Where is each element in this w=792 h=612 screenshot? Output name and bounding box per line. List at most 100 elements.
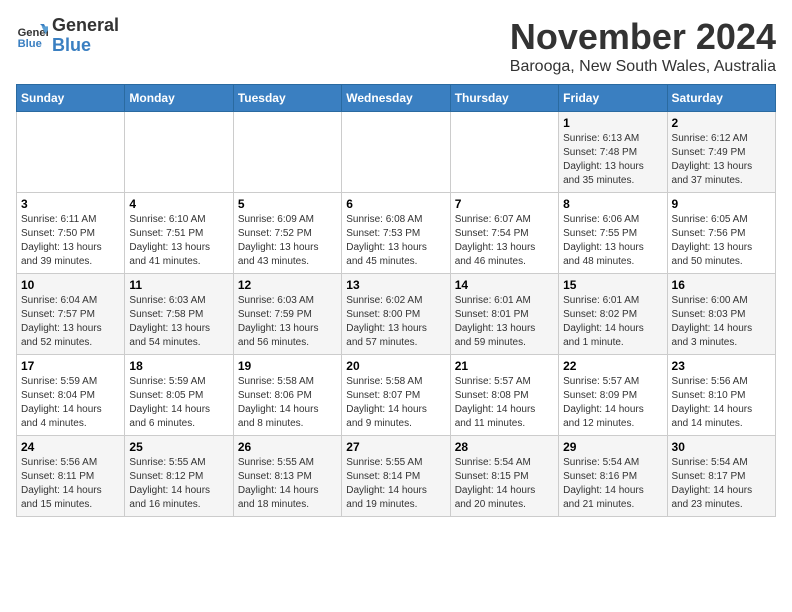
day-info: Sunrise: 5:55 AM Sunset: 8:14 PM Dayligh… <box>346 456 445 512</box>
day-info: Sunrise: 5:57 AM Sunset: 8:09 PM Dayligh… <box>563 375 662 431</box>
day-info: Sunrise: 5:57 AM Sunset: 8:08 PM Dayligh… <box>455 375 554 431</box>
month-title: November 2024 <box>510 16 776 58</box>
calendar-cell: 15Sunrise: 6:01 AM Sunset: 8:02 PM Dayli… <box>559 274 667 355</box>
day-number: 29 <box>563 440 662 454</box>
day-number: 4 <box>129 197 228 211</box>
day-number: 2 <box>672 116 771 130</box>
calendar-cell: 5Sunrise: 6:09 AM Sunset: 7:52 PM Daylig… <box>233 193 341 274</box>
header-cell-thursday: Thursday <box>450 85 558 112</box>
header-cell-monday: Monday <box>125 85 233 112</box>
day-info: Sunrise: 5:58 AM Sunset: 8:07 PM Dayligh… <box>346 375 445 431</box>
day-info: Sunrise: 6:13 AM Sunset: 7:48 PM Dayligh… <box>563 132 662 188</box>
calendar-cell: 14Sunrise: 6:01 AM Sunset: 8:01 PM Dayli… <box>450 274 558 355</box>
header: General Blue General Blue November 2024 … <box>16 16 776 76</box>
calendar-cell: 23 Sunrise: 5:56 AM Sunset: 8:10 PM Dayli… <box>667 355 775 436</box>
day-number: 16 <box>672 278 771 292</box>
day-info: Sunrise: 5:54 AM Sunset: 8:15 PM Dayligh… <box>455 456 554 512</box>
day-number: 20 <box>346 359 445 373</box>
day-number: 9 <box>672 197 771 211</box>
calendar-cell <box>450 112 558 193</box>
header-cell-sunday: Sunday <box>17 85 125 112</box>
logo-line1: General <box>52 16 119 36</box>
calendar-cell: 18 Sunrise: 5:59 AM Sunset: 8:05 PM Dayli… <box>125 355 233 436</box>
day-number: 22 <box>563 359 662 373</box>
header-cell-wednesday: Wednesday <box>342 85 450 112</box>
day-number: 3 <box>21 197 120 211</box>
day-info: Sunrise: 5:56 AM Sunset: 8:10 PM Dayligh… <box>672 375 771 431</box>
calendar-cell: 17Sunrise: 5:59 AM Sunset: 8:04 PM Dayli… <box>17 355 125 436</box>
calendar-cell: 24Sunrise: 5:56 AM Sunset: 8:11 PM Dayli… <box>17 436 125 517</box>
day-number: 24 <box>21 440 120 454</box>
calendar-cell <box>125 112 233 193</box>
header-cell-tuesday: Tuesday <box>233 85 341 112</box>
header-row: SundayMondayTuesdayWednesdayThursdayFrid… <box>17 85 776 112</box>
day-info: Sunrise: 6:12 AM Sunset: 7:49 PM Dayligh… <box>672 132 771 188</box>
calendar-cell: 29Sunrise: 5:54 AM Sunset: 8:16 PM Dayli… <box>559 436 667 517</box>
day-info: Sunrise: 5:55 AM Sunset: 8:12 PM Dayligh… <box>129 456 228 512</box>
calendar-cell: 11Sunrise: 6:03 AM Sunset: 7:58 PM Dayli… <box>125 274 233 355</box>
day-number: 28 <box>455 440 554 454</box>
day-info: Sunrise: 5:54 AM Sunset: 8:17 PM Dayligh… <box>672 456 771 512</box>
calendar-cell: 30Sunrise: 5:54 AM Sunset: 8:17 PM Dayli… <box>667 436 775 517</box>
day-info: Sunrise: 6:10 AM Sunset: 7:51 PM Dayligh… <box>129 213 228 269</box>
calendar-cell: 21 Sunrise: 5:57 AM Sunset: 8:08 PM Dayli… <box>450 355 558 436</box>
week-row-5: 24Sunrise: 5:56 AM Sunset: 8:11 PM Dayli… <box>17 436 776 517</box>
calendar-cell: 19 Sunrise: 5:58 AM Sunset: 8:06 PM Dayli… <box>233 355 341 436</box>
week-row-2: 3Sunrise: 6:11 AM Sunset: 7:50 PM Daylig… <box>17 193 776 274</box>
svg-text:Blue: Blue <box>18 38 42 50</box>
day-number: 25 <box>129 440 228 454</box>
day-number: 6 <box>346 197 445 211</box>
day-number: 11 <box>129 278 228 292</box>
day-number: 12 <box>238 278 337 292</box>
week-row-1: 1 Sunrise: 6:13 AM Sunset: 7:48 PM Daylig… <box>17 112 776 193</box>
day-info: Sunrise: 6:06 AM Sunset: 7:55 PM Dayligh… <box>563 213 662 269</box>
calendar-cell: 28 Sunrise: 5:54 AM Sunset: 8:15 PM Dayli… <box>450 436 558 517</box>
day-number: 19 <box>238 359 337 373</box>
calendar-cell: 25 Sunrise: 5:55 AM Sunset: 8:12 PM Dayli… <box>125 436 233 517</box>
calendar-cell: 16Sunrise: 6:00 AM Sunset: 8:03 PM Dayli… <box>667 274 775 355</box>
day-number: 14 <box>455 278 554 292</box>
calendar-cell: 20 Sunrise: 5:58 AM Sunset: 8:07 PM Dayli… <box>342 355 450 436</box>
calendar-cell: 7 Sunrise: 6:07 AM Sunset: 7:54 PM Daylig… <box>450 193 558 274</box>
day-number: 23 <box>672 359 771 373</box>
calendar-cell: 12 Sunrise: 6:03 AM Sunset: 7:59 PM Dayli… <box>233 274 341 355</box>
location-title: Barooga, New South Wales, Australia <box>510 58 776 76</box>
calendar-cell: 13 Sunrise: 6:02 AM Sunset: 8:00 PM Dayli… <box>342 274 450 355</box>
day-info: Sunrise: 6:05 AM Sunset: 7:56 PM Dayligh… <box>672 213 771 269</box>
calendar-body: 1 Sunrise: 6:13 AM Sunset: 7:48 PM Daylig… <box>17 112 776 517</box>
calendar-cell: 9 Sunrise: 6:05 AM Sunset: 7:56 PM Daylig… <box>667 193 775 274</box>
calendar-cell: 6Sunrise: 6:08 AM Sunset: 7:53 PM Daylig… <box>342 193 450 274</box>
week-row-3: 10 Sunrise: 6:04 AM Sunset: 7:57 PM Dayli… <box>17 274 776 355</box>
calendar-cell <box>17 112 125 193</box>
calendar-cell: 8 Sunrise: 6:06 AM Sunset: 7:55 PM Daylig… <box>559 193 667 274</box>
day-info: Sunrise: 6:04 AM Sunset: 7:57 PM Dayligh… <box>21 294 120 350</box>
day-number: 10 <box>21 278 120 292</box>
calendar-cell: 2 Sunrise: 6:12 AM Sunset: 7:49 PM Daylig… <box>667 112 775 193</box>
day-info: Sunrise: 6:02 AM Sunset: 8:00 PM Dayligh… <box>346 294 445 350</box>
day-number: 18 <box>129 359 228 373</box>
week-row-4: 17Sunrise: 5:59 AM Sunset: 8:04 PM Dayli… <box>17 355 776 436</box>
calendar-header: SundayMondayTuesdayWednesdayThursdayFrid… <box>17 85 776 112</box>
calendar-cell: 27Sunrise: 5:55 AM Sunset: 8:14 PM Dayli… <box>342 436 450 517</box>
calendar-cell: 4 Sunrise: 6:10 AM Sunset: 7:51 PM Daylig… <box>125 193 233 274</box>
calendar-cell: 22 Sunrise: 5:57 AM Sunset: 8:09 PM Dayli… <box>559 355 667 436</box>
day-info: Sunrise: 6:03 AM Sunset: 7:59 PM Dayligh… <box>238 294 337 350</box>
day-number: 8 <box>563 197 662 211</box>
calendar-table: SundayMondayTuesdayWednesdayThursdayFrid… <box>16 84 776 517</box>
header-cell-friday: Friday <box>559 85 667 112</box>
logo-line2: Blue <box>52 36 119 56</box>
calendar-cell <box>342 112 450 193</box>
day-info: Sunrise: 6:07 AM Sunset: 7:54 PM Dayligh… <box>455 213 554 269</box>
calendar-cell <box>233 112 341 193</box>
calendar-cell: 1 Sunrise: 6:13 AM Sunset: 7:48 PM Daylig… <box>559 112 667 193</box>
calendar-cell: 10 Sunrise: 6:04 AM Sunset: 7:57 PM Dayli… <box>17 274 125 355</box>
day-number: 17 <box>21 359 120 373</box>
day-number: 13 <box>346 278 445 292</box>
day-number: 26 <box>238 440 337 454</box>
day-number: 21 <box>455 359 554 373</box>
day-info: Sunrise: 5:58 AM Sunset: 8:06 PM Dayligh… <box>238 375 337 431</box>
logo: General Blue General Blue <box>16 16 119 56</box>
day-number: 7 <box>455 197 554 211</box>
day-info: Sunrise: 5:59 AM Sunset: 8:05 PM Dayligh… <box>129 375 228 431</box>
day-number: 1 <box>563 116 662 130</box>
